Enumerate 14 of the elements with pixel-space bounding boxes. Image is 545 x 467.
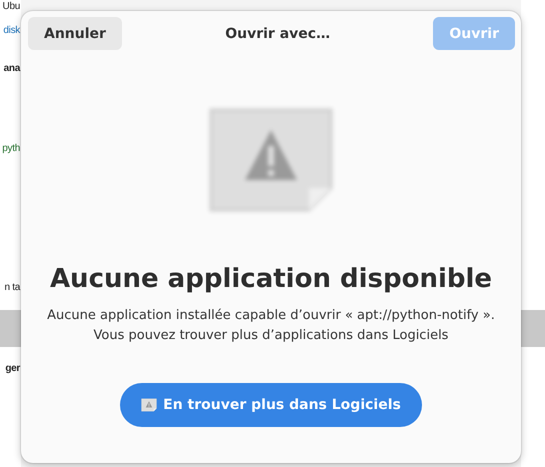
message-text: Vous pouvez trouver plus d’applications dans Logiciels (94, 327, 448, 345)
find-more-button[interactable]: En trouver plus dans Logiciels (120, 383, 422, 427)
warning-document-icon (141, 398, 158, 412)
cancel-button[interactable]: Annuler (28, 17, 122, 50)
dialog-title: Ouvrir avec… (225, 26, 330, 42)
heading: Aucune application disponible (50, 264, 492, 294)
warning-document-icon (207, 106, 335, 214)
background-text: pyth (2, 142, 20, 156)
background-text: disk (3, 24, 20, 38)
background-text: ger (5, 362, 20, 376)
background-text: ana (4, 62, 20, 76)
background-text: Ubu (2, 0, 20, 14)
background-text: n ta (4, 281, 20, 295)
message-text: Aucune application installée capable d’ouvrir « apt://python-notify ». (47, 307, 495, 325)
